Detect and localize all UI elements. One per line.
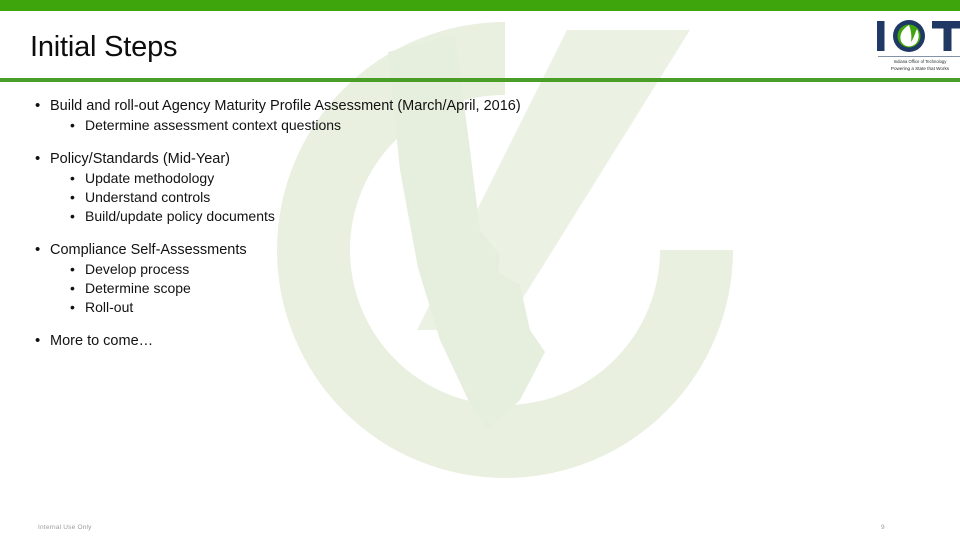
top-green-band	[0, 0, 960, 11]
bullet-point-icon: •	[35, 150, 41, 167]
slide-body-content: • Build and roll-out Agency Maturity Pro…	[30, 96, 860, 351]
bullet-point-icon: •	[70, 299, 75, 315]
bullet-point-icon: •	[70, 117, 75, 133]
title-divider	[0, 78, 960, 82]
list-item-label: More to come…	[50, 333, 154, 349]
bullet-point-icon: •	[70, 170, 75, 186]
logo-tagline-line-2: Powering a State that Works	[890, 65, 950, 72]
list-item-label: Determine assessment context questions	[85, 117, 342, 133]
slide-page-number: 9	[881, 524, 885, 531]
list-item-label: Build and roll-out Agency Maturity Profi…	[50, 98, 521, 114]
list-item: • Policy/Standards (Mid-Year)	[30, 149, 860, 169]
iot-logo: Indiana Office of Technology Powering a …	[876, 18, 960, 80]
list-item-label: Policy/Standards (Mid-Year)	[50, 151, 230, 167]
bullet-point-icon: •	[70, 189, 75, 205]
list-item-label: Determine scope	[85, 280, 191, 296]
bullet-group: • More to come…	[30, 331, 860, 351]
list-item: • Compliance Self-Assessments	[30, 240, 860, 260]
logo-tagline-line-1: Indiana Office of Technology	[893, 58, 947, 65]
footer-classification-note: Internal Use Only	[38, 524, 92, 531]
slide-canvas: Initial Steps Indiana Office of Technolo…	[0, 0, 960, 540]
bullet-point-icon: •	[35, 97, 41, 114]
bullet-point-icon: •	[70, 261, 75, 277]
list-item-label: Understand controls	[85, 189, 211, 205]
bullet-point-icon: •	[70, 208, 75, 224]
bullet-group: • Compliance Self-Assessments • Develop …	[30, 240, 860, 317]
list-item: • Develop process	[30, 260, 860, 279]
page-title: Initial Steps	[30, 31, 178, 63]
list-item-label: Update methodology	[85, 170, 215, 186]
list-item: • Understand controls	[30, 188, 860, 207]
list-item: • Determine scope	[30, 279, 860, 298]
list-item: • Update methodology	[30, 169, 860, 188]
bullet-point-icon: •	[35, 241, 41, 258]
list-item: • Determine assessment context questions	[30, 116, 860, 135]
bullet-point-icon: •	[70, 280, 75, 296]
list-item: • More to come…	[30, 331, 860, 351]
list-item: • Build and roll-out Agency Maturity Pro…	[30, 96, 860, 116]
list-item-label: Compliance Self-Assessments	[50, 242, 247, 258]
list-item-label: Develop process	[85, 261, 190, 277]
bullet-group: • Build and roll-out Agency Maturity Pro…	[30, 96, 860, 135]
list-item-label: Build/update policy documents	[85, 208, 275, 224]
list-item-label: Roll-out	[85, 299, 134, 315]
bullet-group: • Policy/Standards (Mid-Year) • Update m…	[30, 149, 860, 226]
iot-logo-mark-icon	[877, 20, 960, 52]
logo-divider	[878, 56, 960, 57]
list-item: • Build/update policy documents	[30, 207, 860, 226]
bullet-point-icon: •	[35, 332, 41, 349]
list-item: • Roll-out	[30, 298, 860, 317]
